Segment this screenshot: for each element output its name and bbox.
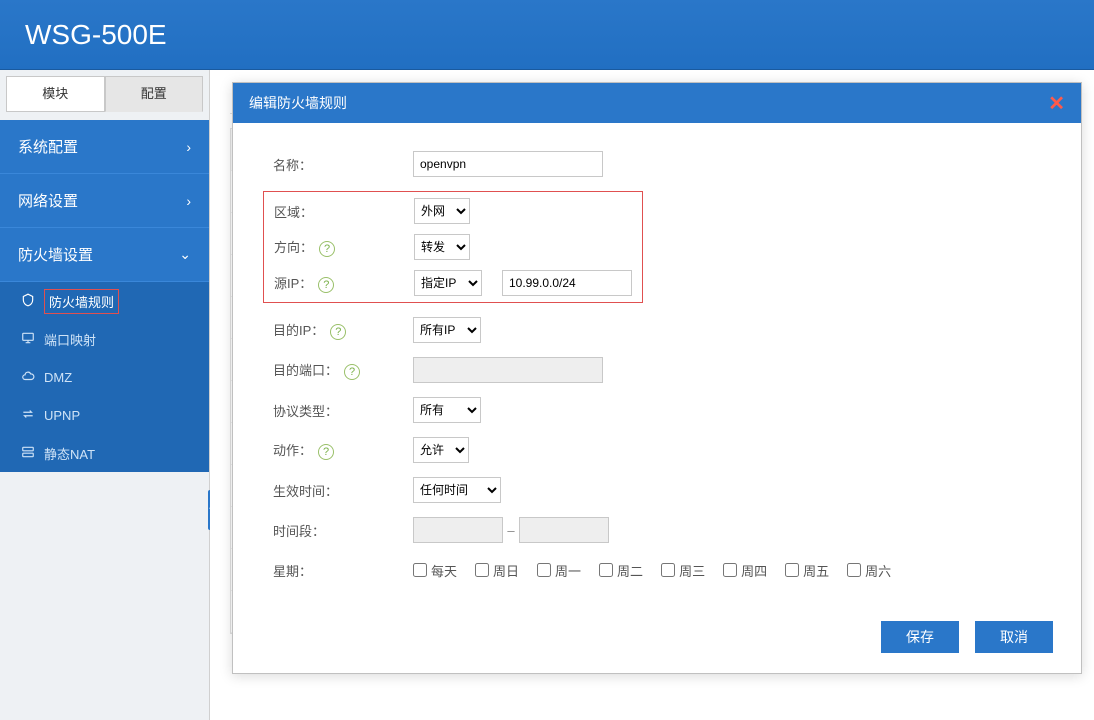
action-select[interactable]: 允许 bbox=[413, 437, 469, 463]
tab-config[interactable]: 配置 bbox=[105, 76, 204, 112]
dash-separator: – bbox=[503, 523, 519, 538]
nav-sub-upnp[interactable]: UPNP bbox=[0, 396, 209, 434]
label-direction: 方向：? bbox=[274, 237, 414, 257]
dstport-input[interactable] bbox=[413, 357, 603, 383]
shield-icon bbox=[20, 293, 36, 310]
nav-network[interactable]: 网络设置 › bbox=[0, 174, 209, 228]
tab-module[interactable]: 模块 bbox=[6, 76, 105, 112]
time-select[interactable]: 任何时间 bbox=[413, 477, 501, 503]
label-srcip: 源IP：? bbox=[274, 273, 414, 293]
help-icon[interactable]: ? bbox=[330, 324, 346, 340]
zone-select[interactable]: 外网 bbox=[414, 198, 470, 224]
label-time: 生效时间： bbox=[273, 481, 413, 500]
chk-sun[interactable]: 周日 bbox=[475, 561, 519, 580]
direction-select[interactable]: 转发 bbox=[414, 234, 470, 260]
chevron-right-icon: › bbox=[186, 139, 191, 155]
help-icon[interactable]: ? bbox=[318, 277, 334, 293]
label-week: 星期： bbox=[273, 561, 413, 580]
chk-sat[interactable]: 周六 bbox=[847, 561, 891, 580]
help-icon[interactable]: ? bbox=[319, 241, 335, 257]
edit-rule-dialog: 编辑防火墙规则 ✕ 名称： 区域： 外网 方向：? 转发 源IP：? 指定IP bbox=[232, 82, 1082, 674]
cancel-button[interactable]: 取消 bbox=[975, 621, 1053, 653]
dialog-header: 编辑防火墙规则 ✕ bbox=[233, 83, 1081, 123]
sidebar-tabs: 模块 配置 bbox=[6, 76, 203, 112]
nav-sub-rules[interactable]: 防火墙规则 bbox=[0, 282, 209, 320]
chk-tue[interactable]: 周二 bbox=[599, 561, 643, 580]
sidebar: 模块 配置 系统配置 › 网络设置 › 防火墙设置 ⌄ bbox=[0, 70, 210, 720]
srcip-input[interactable] bbox=[502, 270, 632, 296]
close-icon[interactable]: ✕ bbox=[1048, 91, 1065, 116]
label-proto: 协议类型： bbox=[273, 401, 413, 420]
help-icon[interactable]: ? bbox=[344, 364, 360, 380]
period-from-input[interactable] bbox=[413, 517, 503, 543]
name-input[interactable] bbox=[413, 151, 603, 177]
chk-thu[interactable]: 周四 bbox=[723, 561, 767, 580]
app-title: WSG-500E bbox=[25, 19, 167, 51]
chk-wed[interactable]: 周三 bbox=[661, 561, 705, 580]
period-to-input[interactable] bbox=[519, 517, 609, 543]
chk-everyday[interactable]: 每天 bbox=[413, 561, 457, 580]
swap-icon bbox=[20, 407, 36, 424]
cloud-icon bbox=[20, 369, 36, 386]
label-period: 时间段： bbox=[273, 521, 413, 540]
chevron-down-icon: ⌄ bbox=[179, 246, 191, 263]
monitor-icon bbox=[20, 331, 36, 348]
nav-sub-portmap[interactable]: 端口映射 bbox=[0, 320, 209, 358]
chk-fri[interactable]: 周五 bbox=[785, 561, 829, 580]
dstip-mode-select[interactable]: 所有IP bbox=[413, 317, 481, 343]
label-zone: 区域： bbox=[274, 202, 414, 221]
nav-firewall[interactable]: 防火墙设置 ⌄ bbox=[0, 228, 209, 282]
nav-sub-dmz[interactable]: DMZ bbox=[0, 358, 209, 396]
label-dstip: 目的IP：? bbox=[273, 320, 413, 340]
highlighted-group: 区域： 外网 方向：? 转发 源IP：? 指定IP bbox=[263, 191, 643, 303]
nav-system[interactable]: 系统配置 › bbox=[0, 120, 209, 174]
chevron-right-icon: › bbox=[186, 193, 191, 209]
label-name: 名称： bbox=[273, 155, 413, 174]
label-action: 动作：? bbox=[273, 440, 413, 460]
weekday-group: 每天 周日 周一 周二 周三 周四 周五 周六 bbox=[413, 561, 903, 580]
chk-mon[interactable]: 周一 bbox=[537, 561, 581, 580]
server-icon bbox=[20, 445, 36, 462]
label-dstport: 目的端口：? bbox=[273, 360, 413, 380]
save-button[interactable]: 保存 bbox=[881, 621, 959, 653]
dialog-title: 编辑防火墙规则 bbox=[249, 93, 347, 113]
app-header: WSG-500E bbox=[0, 0, 1094, 70]
help-icon[interactable]: ? bbox=[318, 444, 334, 460]
srcip-mode-select[interactable]: 指定IP bbox=[414, 270, 482, 296]
nav-sub-snat[interactable]: 静态NAT bbox=[0, 434, 209, 472]
protocol-select[interactable]: 所有 bbox=[413, 397, 481, 423]
